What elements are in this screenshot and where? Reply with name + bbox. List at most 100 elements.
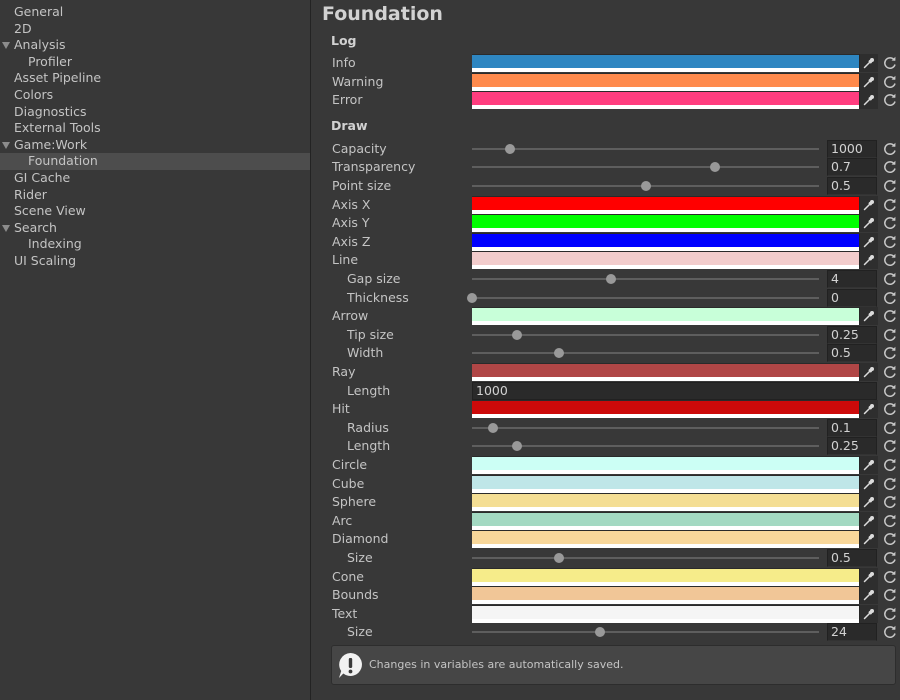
size-slider-track[interactable] bbox=[472, 631, 819, 634]
axis-x-color-field[interactable] bbox=[472, 195, 859, 214]
radius-slider-track[interactable] bbox=[472, 426, 819, 429]
sidebar-item-search[interactable]: Search bbox=[0, 220, 310, 237]
width-value-field[interactable]: 0.5 bbox=[827, 344, 877, 363]
color-picker-button[interactable] bbox=[859, 91, 878, 110]
transparency-slider-track[interactable] bbox=[472, 166, 819, 169]
color-picker-button[interactable] bbox=[859, 251, 878, 270]
color-picker-button[interactable] bbox=[859, 400, 878, 419]
circle-color-field[interactable] bbox=[472, 456, 859, 474]
reset-icon[interactable] bbox=[882, 271, 898, 287]
sidebar-item-profiler[interactable]: Profiler bbox=[0, 54, 310, 71]
color-picker-button[interactable] bbox=[859, 456, 878, 474]
sphere-color-field[interactable] bbox=[472, 493, 859, 512]
line-color-field[interactable] bbox=[472, 251, 859, 270]
reset-icon[interactable] bbox=[882, 55, 898, 71]
color-picker-button[interactable] bbox=[859, 586, 878, 605]
expand-arrow-icon[interactable] bbox=[2, 141, 10, 149]
color-picker-button[interactable] bbox=[859, 214, 878, 233]
cube-color-field[interactable] bbox=[472, 474, 859, 493]
sidebar-item-colors[interactable]: Colors bbox=[0, 87, 310, 104]
thickness-slider-handle[interactable] bbox=[467, 292, 477, 303]
axis-y-color-field[interactable] bbox=[472, 214, 859, 233]
expand-arrow-icon[interactable] bbox=[2, 224, 10, 232]
color-picker-button[interactable] bbox=[859, 567, 878, 586]
reset-icon[interactable] bbox=[882, 327, 898, 343]
size-value-field[interactable]: 24 bbox=[827, 623, 877, 642]
reset-icon[interactable] bbox=[882, 513, 898, 529]
color-picker-button[interactable] bbox=[859, 363, 878, 381]
axis-z-color-field[interactable] bbox=[472, 232, 859, 251]
reset-icon[interactable] bbox=[882, 141, 898, 157]
capacity-slider-track[interactable] bbox=[472, 147, 819, 150]
color-picker-button[interactable] bbox=[859, 54, 878, 72]
color-picker-button[interactable] bbox=[859, 530, 878, 549]
reset-icon[interactable] bbox=[882, 569, 898, 585]
sidebar-item-game-work[interactable]: Game:Work bbox=[0, 137, 310, 154]
color-picker-button[interactable] bbox=[859, 195, 878, 214]
cone-color-field[interactable] bbox=[472, 567, 859, 586]
color-picker-button[interactable] bbox=[859, 604, 878, 623]
color-picker-button[interactable] bbox=[859, 474, 878, 493]
reset-icon[interactable] bbox=[882, 364, 898, 380]
reset-icon[interactable] bbox=[882, 178, 898, 194]
reset-icon[interactable] bbox=[882, 476, 898, 492]
length-value-field[interactable]: 0.25 bbox=[827, 437, 877, 456]
sidebar-item-ui-scaling[interactable]: UI Scaling bbox=[0, 253, 310, 270]
sidebar-item-2d[interactable]: 2D bbox=[0, 21, 310, 38]
diamond-color-field[interactable] bbox=[472, 530, 859, 549]
reset-icon[interactable] bbox=[882, 383, 898, 399]
thickness-value-field[interactable]: 0 bbox=[827, 288, 877, 307]
reset-icon[interactable] bbox=[882, 92, 898, 108]
hit-color-field[interactable] bbox=[472, 400, 859, 419]
reset-icon[interactable] bbox=[882, 74, 898, 90]
arrow-color-field[interactable] bbox=[472, 307, 859, 326]
length-slider-track[interactable] bbox=[472, 445, 819, 448]
sidebar-item-asset-pipeline[interactable]: Asset Pipeline bbox=[0, 70, 310, 87]
info-color-field[interactable] bbox=[472, 54, 859, 72]
sidebar-item-diagnostics[interactable]: Diagnostics bbox=[0, 104, 310, 121]
reset-icon[interactable] bbox=[882, 457, 898, 473]
reset-icon[interactable] bbox=[882, 215, 898, 231]
length-slider-handle[interactable] bbox=[512, 441, 523, 452]
sidebar-item-rider[interactable]: Rider bbox=[0, 187, 310, 204]
reset-icon[interactable] bbox=[882, 159, 898, 175]
color-picker-button[interactable] bbox=[859, 72, 878, 91]
thickness-slider-track[interactable] bbox=[472, 296, 819, 299]
reset-icon[interactable] bbox=[882, 234, 898, 250]
color-picker-button[interactable] bbox=[859, 493, 878, 512]
reset-icon[interactable] bbox=[882, 531, 898, 547]
sidebar-item-analysis[interactable]: Analysis bbox=[0, 37, 310, 54]
reset-icon[interactable] bbox=[882, 197, 898, 213]
transparency-value-field[interactable]: 0.7 bbox=[827, 158, 877, 177]
tip-size-slider-track[interactable] bbox=[472, 333, 819, 336]
sidebar-item-external-tools[interactable]: External Tools bbox=[0, 120, 310, 137]
sidebar-item-foundation[interactable]: Foundation bbox=[0, 153, 310, 170]
text-color-field[interactable] bbox=[472, 604, 859, 623]
error-color-field[interactable] bbox=[472, 91, 859, 110]
sidebar-item-indexing[interactable]: Indexing bbox=[0, 236, 310, 253]
ray-color-field[interactable] bbox=[472, 363, 859, 381]
color-picker-button[interactable] bbox=[859, 511, 878, 530]
width-slider-track[interactable] bbox=[472, 352, 819, 355]
length-text-field[interactable]: 1000 bbox=[472, 381, 877, 400]
color-picker-button[interactable] bbox=[859, 232, 878, 251]
reset-icon[interactable] bbox=[882, 606, 898, 622]
capacity-slider-handle[interactable] bbox=[505, 143, 516, 154]
gap-size-slider-handle[interactable] bbox=[605, 274, 616, 284]
reset-icon[interactable] bbox=[882, 587, 898, 603]
reset-icon[interactable] bbox=[882, 494, 898, 510]
point-size-slider-handle[interactable] bbox=[640, 181, 651, 191]
reset-icon[interactable] bbox=[882, 420, 898, 436]
reset-icon[interactable] bbox=[882, 252, 898, 268]
capacity-value-field[interactable]: 1000 bbox=[827, 139, 877, 158]
radius-value-field[interactable]: 0.1 bbox=[827, 418, 877, 437]
reset-icon[interactable] bbox=[882, 308, 898, 324]
radius-slider-handle[interactable] bbox=[487, 422, 498, 433]
sidebar-item-gi-cache[interactable]: GI Cache bbox=[0, 170, 310, 187]
tip-size-slider-handle[interactable] bbox=[512, 329, 523, 340]
size-slider-handle[interactable] bbox=[595, 627, 606, 638]
arc-color-field[interactable] bbox=[472, 511, 859, 530]
warning-color-field[interactable] bbox=[472, 72, 859, 91]
size-slider-track[interactable] bbox=[472, 557, 819, 559]
point-size-value-field[interactable]: 0.5 bbox=[827, 177, 877, 195]
